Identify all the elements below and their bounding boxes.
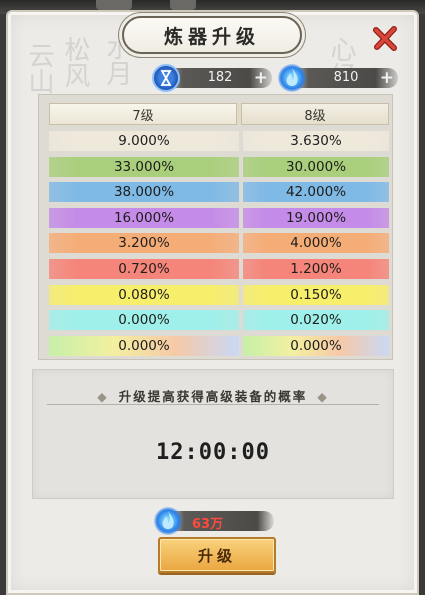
next-level-probability: 0.000% [243,335,389,356]
column-header-next: 8级 [241,103,389,125]
background-calligraphy: 松风 [60,36,90,88]
table-row: 3.200% 4.000% [49,233,389,254]
background-calligraphy: 云山 [24,42,54,94]
ornament-diamond-icon: ◆ [311,389,335,404]
top-tab-handle [96,0,132,10]
blue-flame-icon [154,507,182,535]
hourglass-count: 182 [207,70,233,85]
flame-count: 810 [333,70,359,85]
hourglass-icon [152,64,180,92]
countdown-timer: 12:00:00 [156,440,270,465]
top-tab-handle [170,0,196,10]
hourglass-resource: 182 + [152,64,272,92]
current-level-probability: 0.000% [49,335,239,356]
next-level-probability: 0.150% [243,284,389,305]
next-level-probability: 42.000% [243,182,389,203]
table-row: 38.000% 42.000% [49,182,389,203]
next-level-probability: 1.200% [243,259,389,279]
current-level-probability: 33.000% [49,156,239,177]
current-level-probability: 9.000% [49,131,239,151]
column-header-current: 7级 [49,103,237,125]
add-flame-button[interactable]: + [380,68,394,88]
close-button[interactable] [372,24,400,52]
upgrade-cost: 63万 [154,507,274,535]
next-level-probability: 30.000% [243,156,389,177]
table-row: 33.000% 30.000% [49,156,389,177]
current-level-probability: 0.000% [49,310,239,331]
table-row: 0.000% 0.020% [49,310,389,331]
table-row: 0.080% 0.150% [49,284,389,305]
upgrade-caption-text: 升级提高获得高级装备的概率 [114,389,312,404]
upgrade-cost-value: 63万 [192,517,224,532]
current-level-probability: 0.080% [49,284,239,305]
upgrade-caption: ◆ 升级提高获得高级装备的概率 ◆ [33,386,393,405]
info-panel: ◆ 升级提高获得高级装备的概率 ◆ 12:00:00 [32,369,394,499]
next-level-probability: 19.000% [243,207,389,228]
page-title: 炼器升级 [163,25,260,48]
table-row: 16.000% 19.000% [49,207,389,228]
blue-flame-icon [278,64,306,92]
ornament-diamond-icon: ◆ [91,389,115,404]
current-level-probability: 0.720% [49,259,239,279]
close-icon [373,26,397,51]
flame-resource: 810 + [278,64,398,92]
probability-table: 7级 8级 9.000% 3.630% 33.000% 30.000% 38.000% 4… [38,94,393,360]
upgrade-button-label: 升级 [197,546,236,565]
next-level-probability: 4.000% [243,233,389,254]
current-level-probability: 3.200% [49,233,239,254]
column-header-current-label: 7级 [132,108,154,124]
title-plate: 炼器升级 [122,16,302,54]
table-row: 9.000% 3.630% [49,131,389,151]
add-hourglass-button[interactable]: + [254,68,268,88]
next-level-probability: 0.020% [243,310,389,331]
table-row: 0.000% 0.000% [49,335,389,356]
table-row: 0.720% 1.200% [49,259,389,279]
column-header-next-label: 8级 [304,108,326,124]
upgrade-button[interactable]: 升级 [158,537,276,573]
next-level-probability: 3.630% [243,131,389,151]
current-level-probability: 16.000% [49,207,239,228]
current-level-probability: 38.000% [49,182,239,203]
